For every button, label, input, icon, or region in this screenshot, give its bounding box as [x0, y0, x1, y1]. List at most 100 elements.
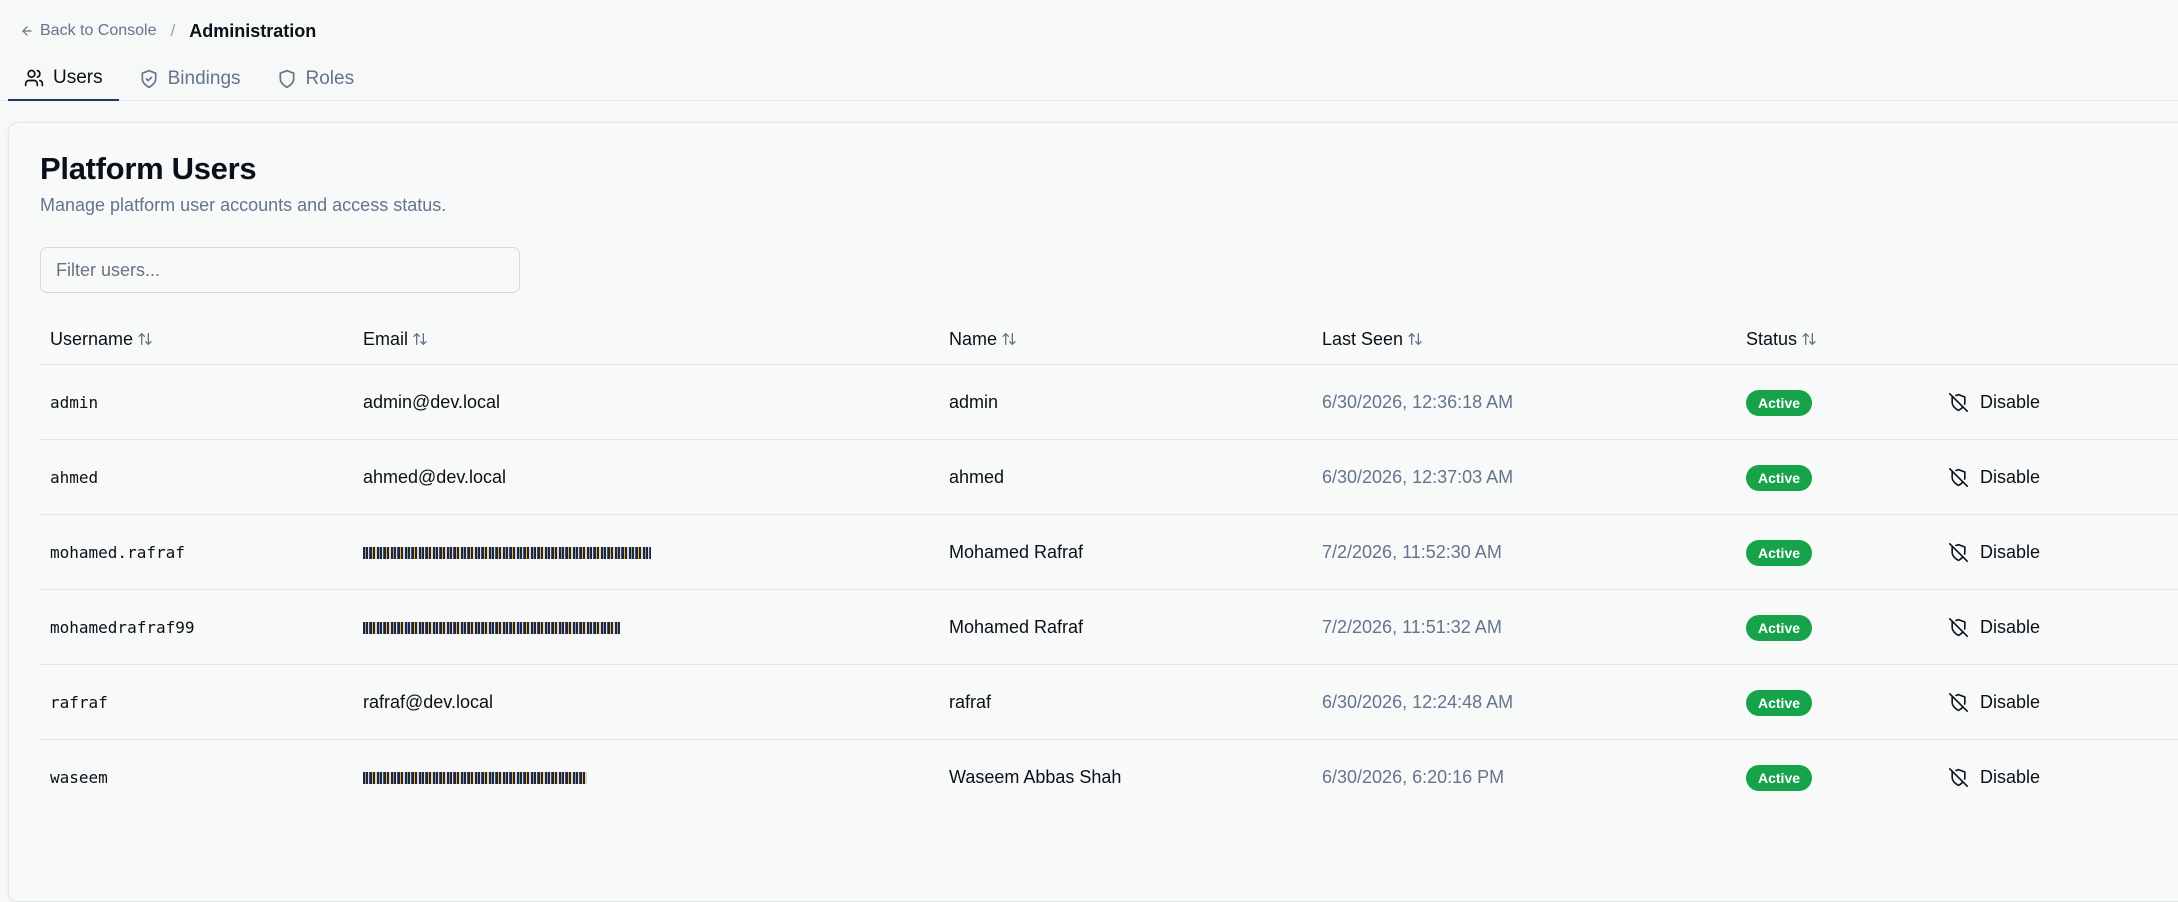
sort-icon [1802, 333, 1816, 345]
sort-icon [1408, 333, 1422, 345]
column-header-last-seen[interactable]: Last Seen [1322, 313, 1423, 365]
disable-user-button[interactable]: Disable [1939, 761, 2050, 794]
shield-off-icon [1949, 768, 1968, 787]
breadcrumb: Back to Console / Administration [20, 18, 316, 44]
last-seen-cell: 6/30/2026, 6:20:16 PM [1322, 767, 1505, 787]
username-cell: ahmed [50, 468, 99, 487]
status-badge: Active [1746, 614, 1813, 641]
table-row: admin admin@dev.local admin 6/30/2026, 1… [40, 365, 2178, 440]
tab-bindings[interactable]: Bindings [123, 56, 257, 101]
disable-label: Disable [1980, 392, 2041, 412]
name-cell: admin [949, 392, 999, 412]
last-seen-cell: 6/30/2026, 12:24:48 AM [1322, 692, 1514, 712]
tab-bindings-label: Bindings [167, 67, 241, 89]
column-header-name[interactable]: Name [949, 313, 1017, 365]
disable-label: Disable [1980, 767, 2041, 787]
username-cell: mohamed.rafraf [50, 543, 185, 562]
redacted-email [363, 771, 587, 784]
last-seen-cell: 6/30/2026, 12:37:03 AM [1322, 467, 1514, 487]
back-to-console-label: Back to Console [40, 22, 157, 39]
disable-user-button[interactable]: Disable [1939, 386, 2050, 419]
breadcrumb-current: Administration [189, 20, 317, 41]
table-row: mohamed.rafraf Mohamed Rafraf 7/2/2026, … [40, 515, 2178, 590]
disable-label: Disable [1980, 692, 2041, 712]
username-cell: waseem [50, 768, 108, 787]
admin-tabs: Users Bindings Roles [8, 56, 374, 101]
status-badge: Active [1746, 389, 1813, 416]
tab-users-label: Users [53, 66, 103, 88]
breadcrumb-separator: / [170, 21, 176, 40]
name-cell: Waseem Abbas Shah [949, 767, 1122, 787]
status-badge: Active [1746, 539, 1813, 566]
shield-off-icon [1949, 618, 1968, 637]
column-header-label: Username [50, 328, 134, 349]
action-cell: Disable [1939, 440, 2050, 515]
tab-roles[interactable]: Roles [261, 56, 371, 101]
status-cell: Active [1746, 515, 1813, 590]
users-icon [24, 69, 44, 86]
name-cell: ahmed [949, 467, 1005, 487]
status-cell: Active [1746, 665, 1813, 740]
disable-user-button[interactable]: Disable [1939, 611, 2050, 644]
status-cell: Active [1746, 590, 1813, 665]
table-row: waseem Waseem Abbas Shah 6/30/2026, 6:20… [40, 740, 2178, 815]
status-badge: Active [1746, 464, 1813, 491]
email-cell [363, 515, 651, 590]
email-cell: admin@dev.local [363, 392, 501, 412]
disable-label: Disable [1980, 617, 2041, 637]
table-header: Username Email Name Last Seen Status [40, 313, 2178, 365]
column-header-label: Name [949, 328, 998, 349]
shield-check-icon [141, 69, 157, 88]
username-cell: admin [50, 393, 99, 412]
shield-off-icon [1949, 693, 1968, 712]
tab-roles-label: Roles [305, 67, 355, 89]
column-header-status[interactable]: Status [1746, 313, 1817, 365]
username-cell: mohamedrafraf99 [50, 618, 195, 637]
sort-icon [413, 333, 427, 345]
disable-label: Disable [1980, 542, 2041, 562]
column-header-email[interactable]: Email [363, 313, 428, 365]
shield-off-icon [1949, 468, 1968, 487]
action-cell: Disable [1939, 590, 2050, 665]
shield-off-icon [1949, 543, 1968, 562]
status-badge: Active [1746, 689, 1813, 716]
back-to-console-link[interactable]: Back to Console [20, 22, 157, 40]
disable-label: Disable [1980, 467, 2041, 487]
username-cell: rafraf [50, 693, 108, 712]
column-header-label: Status [1746, 328, 1798, 349]
last-seen-cell: 7/2/2026, 11:51:32 AM [1322, 617, 1502, 637]
name-cell: Mohamed Rafraf [949, 542, 1084, 562]
table-row: mohamedrafraf99 Mohamed Rafraf 7/2/2026,… [40, 590, 2178, 665]
users-card: Platform Users Manage platform user acco… [8, 122, 2178, 902]
status-cell: Active [1746, 740, 1813, 815]
page-subtitle: Manage platform user accounts and access… [40, 195, 447, 215]
last-seen-cell: 6/30/2026, 12:36:18 AM [1322, 392, 1514, 412]
table-row: rafraf rafraf@dev.local rafraf 6/30/2026… [40, 665, 2178, 740]
email-cell [363, 740, 587, 815]
redacted-email [363, 546, 651, 559]
email-cell: rafraf@dev.local [363, 692, 493, 712]
action-cell: Disable [1939, 515, 2050, 590]
sort-icon [138, 333, 152, 345]
disable-user-button[interactable]: Disable [1939, 686, 2050, 719]
filter-users-input[interactable] [40, 247, 520, 293]
action-cell: Disable [1939, 740, 2050, 815]
status-cell: Active [1746, 440, 1813, 515]
disable-user-button[interactable]: Disable [1939, 536, 2050, 569]
redacted-email [363, 621, 620, 634]
users-table: Username Email Name Last Seen Status adm… [40, 313, 2178, 815]
email-cell: ahmed@dev.local [363, 467, 507, 487]
table-row: ahmed ahmed@dev.local ahmed 6/30/2026, 1… [40, 440, 2178, 515]
tab-users[interactable]: Users [8, 56, 119, 101]
column-header-label: Email [363, 328, 409, 349]
column-header-username[interactable]: Username [50, 313, 153, 365]
status-badge: Active [1746, 764, 1813, 791]
last-seen-cell: 7/2/2026, 11:52:30 AM [1322, 542, 1502, 562]
disable-user-button[interactable]: Disable [1939, 461, 2050, 494]
top-bar: Back to Console / Administration Users B… [0, 0, 2178, 101]
column-header-label: Last Seen [1322, 328, 1404, 349]
sort-icon [1002, 333, 1016, 345]
status-cell: Active [1746, 365, 1813, 440]
email-cell [363, 590, 620, 665]
shield-off-icon [1949, 393, 1968, 412]
